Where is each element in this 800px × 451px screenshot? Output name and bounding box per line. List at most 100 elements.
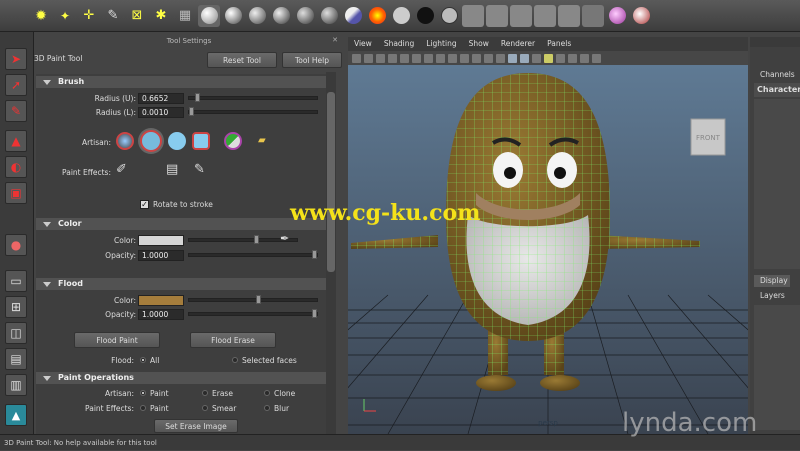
slider-handle[interactable]: [253, 235, 259, 244]
flood-color-slider[interactable]: [188, 295, 318, 304]
render-icon[interactable]: [486, 4, 508, 27]
film-gate-icon[interactable]: [424, 53, 433, 63]
safe-action-icon[interactable]: [472, 53, 481, 63]
paint-icon[interactable]: [630, 5, 652, 27]
viewport-menu-view[interactable]: View: [354, 37, 372, 51]
view-cube[interactable]: FRONT: [690, 118, 726, 156]
isolate-select-icon[interactable]: [580, 53, 589, 63]
sun-icon[interactable]: ✹: [30, 5, 52, 27]
flood-color-swatch[interactable]: [138, 295, 184, 306]
scrollbar-thumb[interactable]: [327, 92, 335, 272]
wireframe-icon[interactable]: [496, 53, 505, 63]
flood-selected-radio[interactable]: [232, 357, 238, 363]
slider-handle[interactable]: [312, 250, 317, 259]
layout-graph-icon[interactable]: ▤: [5, 348, 27, 370]
black-ball-icon[interactable]: [414, 5, 436, 27]
crosshair-icon[interactable]: ✛: [78, 5, 100, 27]
render-icon[interactable]: [510, 4, 532, 27]
render-icon[interactable]: [534, 4, 556, 27]
layout-single-icon[interactable]: ▭: [5, 270, 27, 292]
viewport-menu-renderer[interactable]: Renderer: [501, 37, 535, 51]
radius-l-field[interactable]: 0.0010: [138, 107, 184, 118]
field-chart-icon[interactable]: [460, 53, 469, 63]
shadows-icon[interactable]: [556, 53, 565, 63]
brush-profile-solid-icon[interactable]: [168, 132, 186, 150]
ball-icon[interactable]: [246, 5, 268, 27]
layout-outliner-icon[interactable]: ▥: [5, 374, 27, 396]
render-icon[interactable]: [582, 4, 604, 27]
lights-icon[interactable]: [544, 53, 553, 63]
slider-handle[interactable]: [189, 107, 194, 116]
area-light-icon[interactable]: ⊠: [126, 5, 148, 27]
magic-wand-icon[interactable]: ✦: [54, 5, 76, 27]
lasso-icon[interactable]: ➚: [5, 74, 27, 96]
maya-logo-icon[interactable]: ▲: [5, 404, 27, 426]
radius-l-slider[interactable]: [188, 107, 318, 116]
folder-icon[interactable]: ▰: [258, 135, 266, 146]
scene-view[interactable]: FRONT persp: [348, 65, 748, 434]
brush-profile-image-icon[interactable]: [224, 132, 242, 150]
paint-effects-template-icon[interactable]: ▤: [166, 162, 178, 177]
resolution-gate-icon[interactable]: [436, 53, 445, 63]
artisan-clone-radio[interactable]: [264, 390, 270, 396]
wireframe-on-shaded-icon[interactable]: [520, 53, 529, 63]
xray-icon[interactable]: [568, 53, 577, 63]
slider-handle[interactable]: [255, 295, 261, 304]
ambient-icon[interactable]: ▦: [174, 5, 196, 27]
color-section-header[interactable]: Color: [36, 218, 326, 230]
tool-help-button[interactable]: Tool Help: [282, 52, 342, 68]
brush-section-header[interactable]: Brush: [36, 76, 326, 88]
bookmark-icon[interactable]: [376, 53, 385, 63]
ball-icon[interactable]: [222, 5, 244, 27]
flood-all-radio[interactable]: [140, 357, 146, 363]
viewport-menu-show[interactable]: Show: [469, 37, 489, 51]
layout-four-icon[interactable]: ⊞: [5, 296, 27, 318]
flood-opacity-field[interactable]: 1.0000: [138, 309, 184, 320]
ball-icon[interactable]: [294, 5, 316, 27]
viewport-menu-panels[interactable]: Panels: [547, 37, 571, 51]
set-erase-image-button[interactable]: Set Erase Image: [154, 419, 238, 433]
ball-icon[interactable]: [270, 5, 292, 27]
select-tool-icon[interactable]: ➤: [5, 48, 27, 70]
gate-mask-icon[interactable]: [448, 53, 457, 63]
ball-icon[interactable]: [318, 5, 340, 27]
shader-ball-icon[interactable]: [342, 5, 364, 27]
radius-u-slider[interactable]: [188, 93, 318, 102]
viewport-menu-shading[interactable]: Shading: [384, 37, 414, 51]
settings-scrollbar[interactable]: [326, 72, 336, 434]
grid-icon[interactable]: [412, 53, 421, 63]
viewport[interactable]: View Shading Lighting Show Renderer Panels: [348, 37, 748, 434]
render-icon[interactable]: [558, 4, 580, 27]
paint-ops-section-header[interactable]: Paint Operations: [36, 372, 326, 384]
grey-ball-icon[interactable]: [438, 5, 460, 27]
reset-tool-button[interactable]: Reset Tool: [207, 52, 277, 68]
smooth-shade-icon[interactable]: [508, 53, 517, 63]
camera-icon[interactable]: [352, 53, 361, 63]
star-icon[interactable]: ✱: [150, 5, 172, 27]
brush-profile-soft-icon[interactable]: [116, 132, 134, 150]
artisan-erase-radio[interactable]: [202, 390, 208, 396]
render-icon[interactable]: [462, 4, 484, 27]
spotlight-icon[interactable]: ✎: [102, 5, 124, 27]
flood-opacity-slider[interactable]: [188, 309, 318, 318]
color-ball-icon[interactable]: [366, 5, 388, 27]
flood-section-header[interactable]: Flood: [36, 278, 326, 290]
color-opacity-slider[interactable]: [188, 250, 318, 259]
color-swatch[interactable]: [138, 235, 184, 246]
layout-split-icon[interactable]: ◫: [5, 322, 27, 344]
layers-menu[interactable]: Layers: [760, 291, 785, 300]
flood-erase-button[interactable]: Flood Erase: [190, 332, 276, 348]
paint-brush-icon[interactable]: ●: [5, 234, 27, 256]
image-plane-icon[interactable]: [388, 53, 397, 63]
effects-paint-radio[interactable]: [140, 405, 146, 411]
display-tab[interactable]: Display: [754, 275, 790, 287]
grey-ball-icon[interactable]: [390, 5, 412, 27]
channels-menu[interactable]: Channels: [760, 70, 795, 79]
artisan-paint-radio[interactable]: [140, 390, 146, 396]
close-icon[interactable]: ✕: [332, 36, 338, 44]
paint-effects-brush-icon[interactable]: ✐: [116, 162, 127, 177]
scale-icon[interactable]: ▣: [5, 182, 27, 204]
paint-effects-visor-icon[interactable]: ✎: [194, 162, 205, 177]
textured-icon[interactable]: [532, 53, 541, 63]
pan-icon[interactable]: [400, 53, 409, 63]
